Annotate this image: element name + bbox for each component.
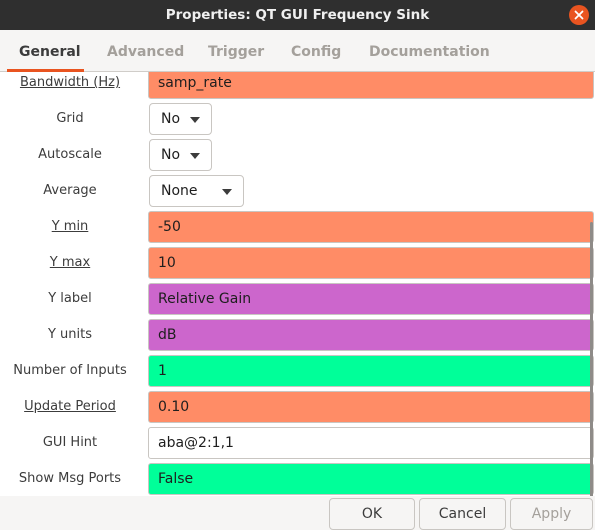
close-icon <box>574 10 584 20</box>
chevron-down-icon <box>190 153 200 159</box>
yunits-input[interactable]: dB <box>148 319 594 351</box>
ok-button[interactable]: OK <box>329 498 415 530</box>
chevron-down-icon <box>190 117 200 123</box>
autoscale-dropdown[interactable]: No <box>149 139 212 171</box>
title-bar: Properties: QT GUI Frequency Sink <box>0 0 595 30</box>
ylabel-input[interactable]: Relative Gain <box>148 283 594 315</box>
vertical-scrollbar[interactable] <box>590 222 593 496</box>
autoscale-label: Autoscale <box>38 147 102 162</box>
num-inputs-label: Number of Inputs <box>13 363 127 378</box>
row-ylabel: Y label Relative Gain <box>0 281 595 317</box>
properties-form: Bandwidth (Hz) samp_rate Grid No Autosca… <box>0 72 595 496</box>
tab-advanced[interactable]: Advanced <box>107 44 184 60</box>
row-update-period: Update Period 0.10 <box>0 389 595 425</box>
row-average: Average None <box>0 173 595 209</box>
yunits-label: Y units <box>47 327 93 342</box>
row-show-msg-ports: Show Msg Ports False <box>0 461 595 496</box>
average-dropdown[interactable]: None <box>149 175 244 207</box>
tab-config[interactable]: Config <box>291 44 341 60</box>
average-dropdown-value: None <box>161 183 198 199</box>
row-yunits: Y units dB <box>0 317 595 353</box>
tab-bar: General Advanced Trigger Config Document… <box>0 30 595 72</box>
row-grid: Grid No <box>0 101 595 137</box>
bandwidth-input[interactable]: samp_rate <box>148 72 594 99</box>
autoscale-dropdown-value: No <box>161 147 181 163</box>
row-gui-hint: GUI Hint aba@2:1,1 <box>0 425 595 461</box>
button-bar: OK Cancel Apply <box>0 496 595 530</box>
row-bandwidth: Bandwidth (Hz) samp_rate <box>0 72 595 101</box>
ymin-input[interactable]: -50 <box>148 211 594 243</box>
window-title: Properties: QT GUI Frequency Sink <box>165 7 430 23</box>
tab-documentation[interactable]: Documentation <box>369 44 490 60</box>
average-label: Average <box>43 183 97 198</box>
row-autoscale: Autoscale No <box>0 137 595 173</box>
num-inputs-input[interactable]: 1 <box>148 355 594 387</box>
gui-hint-input[interactable]: aba@2:1,1 <box>148 427 594 459</box>
row-num-inputs: Number of Inputs 1 <box>0 353 595 389</box>
show-msg-ports-input[interactable]: False <box>148 463 594 495</box>
show-msg-ports-label: Show Msg Ports <box>18 471 122 486</box>
ymax-input[interactable]: 10 <box>148 247 594 279</box>
ylabel-label: Y label <box>48 291 92 306</box>
tab-general[interactable]: General <box>19 44 81 60</box>
apply-button[interactable]: Apply <box>510 498 593 530</box>
update-period-label: Update Period <box>24 399 116 414</box>
ymin-label: Y min <box>51 219 89 234</box>
close-button[interactable] <box>569 5 589 25</box>
grid-dropdown[interactable]: No <box>149 103 212 135</box>
chevron-down-icon <box>222 189 232 195</box>
grid-dropdown-value: No <box>161 111 181 127</box>
bandwidth-label: Bandwidth (Hz) <box>19 75 121 90</box>
cancel-button[interactable]: Cancel <box>419 498 506 530</box>
row-ymin: Y min -50 <box>0 209 595 245</box>
ymax-label: Y max <box>49 255 91 270</box>
update-period-input[interactable]: 0.10 <box>148 391 594 423</box>
grid-label: Grid <box>56 111 84 126</box>
row-ymax: Y max 10 <box>0 245 595 281</box>
tab-trigger[interactable]: Trigger <box>208 44 264 60</box>
gui-hint-label: GUI Hint <box>42 435 98 450</box>
